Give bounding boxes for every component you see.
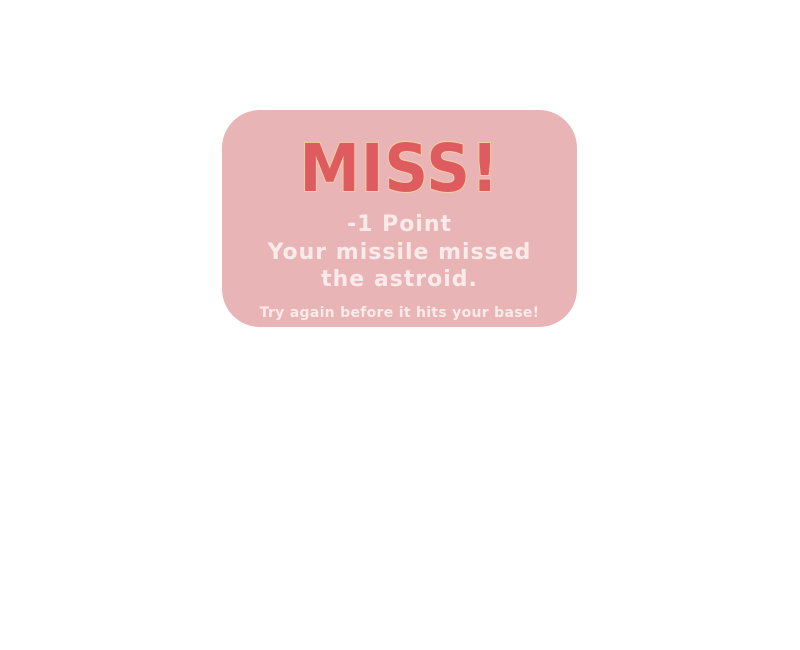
points-penalty: -1 Point [346, 212, 453, 237]
retry-hint: Try again before it hits your base! [259, 305, 540, 321]
miss-title: MISS! [299, 130, 500, 207]
miss-message: Your missile missed the astroid. [267, 240, 532, 292]
miss-dialog: MISS! -1 Point Your missile missed the a… [222, 110, 577, 327]
game-stage: MISS! -1 Point Your missile missed the a… [0, 0, 800, 650]
